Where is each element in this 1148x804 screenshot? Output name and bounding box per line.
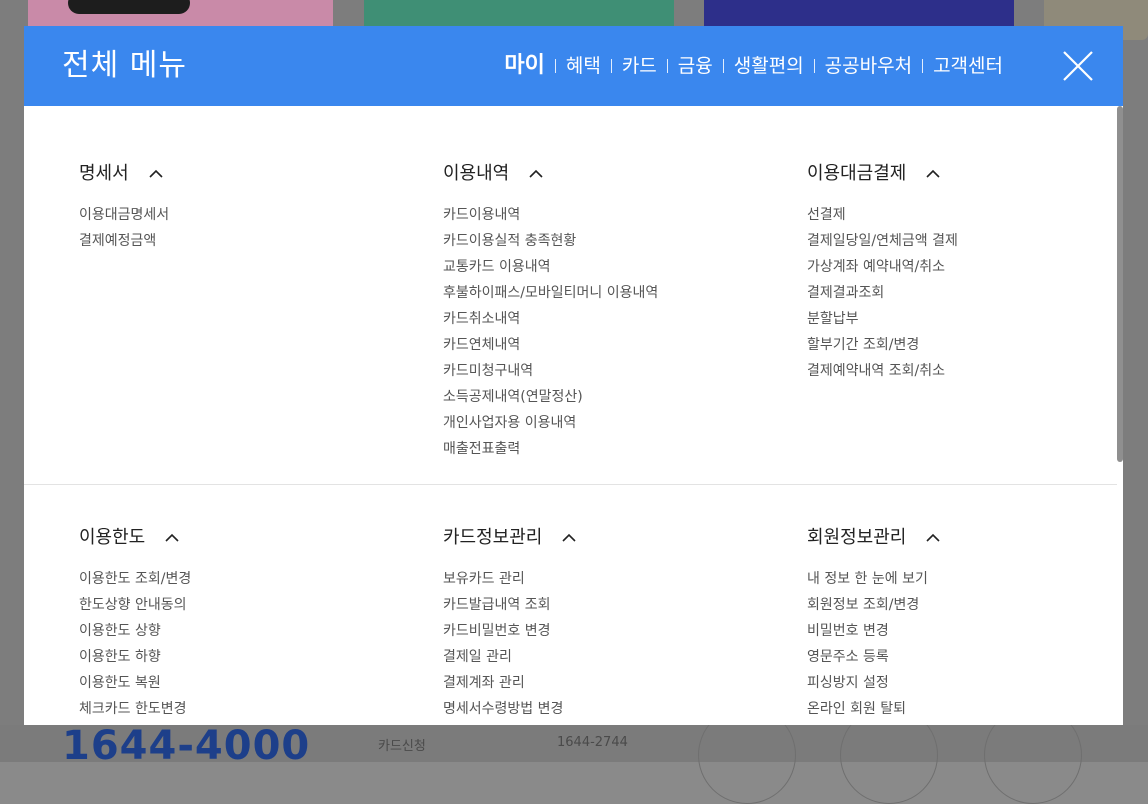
tab-customer-center[interactable]: 고객센터 bbox=[933, 52, 1003, 80]
tab-separator bbox=[722, 59, 724, 73]
section-divider bbox=[24, 484, 1117, 485]
menu-link[interactable]: 분할납부 bbox=[807, 306, 1123, 332]
section-header[interactable]: 회원정보관리 bbox=[807, 526, 1123, 550]
chevron-up-icon bbox=[562, 533, 576, 542]
full-menu-modal: 전체 메뉴 마이 혜택 카드 금융 생활편의 공공바우처 고객센터 명세서 이용… bbox=[24, 26, 1123, 725]
section-member-info: 회원정보관리 내 정보 한 눈에 보기 회원정보 조회/변경 비밀번호 변경 영… bbox=[807, 526, 1123, 722]
tab-separator bbox=[922, 59, 924, 73]
chevron-up-icon bbox=[165, 533, 179, 542]
tab-benefits[interactable]: 혜택 bbox=[566, 52, 601, 80]
section-statement: 명세서 이용대금명세서 결제예정금액 bbox=[79, 162, 409, 254]
chevron-up-icon bbox=[149, 169, 163, 178]
tab-my[interactable]: 마이 bbox=[504, 52, 544, 80]
tab-finance[interactable]: 금융 bbox=[678, 52, 713, 80]
section-items: 선결제 결제일당일/연체금액 결제 가상계좌 예약내역/취소 결제결과조회 분할… bbox=[807, 202, 1123, 384]
background-phone-number: 1644-4000 bbox=[62, 723, 311, 769]
menu-link[interactable]: 카드취소내역 bbox=[443, 306, 773, 332]
menu-link[interactable]: 영문주소 등록 bbox=[807, 644, 1123, 670]
menu-link[interactable]: 명세서수령방법 변경 bbox=[443, 696, 773, 722]
menu-link[interactable]: 비밀번호 변경 bbox=[807, 618, 1123, 644]
section-items: 이용대금명세서 결제예정금액 bbox=[79, 202, 409, 254]
menu-link[interactable]: 온라인 회원 탈퇴 bbox=[807, 696, 1123, 722]
menu-link[interactable]: 이용한도 하향 bbox=[79, 644, 409, 670]
tab-card[interactable]: 카드 bbox=[622, 52, 657, 80]
close-icon[interactable] bbox=[1062, 50, 1094, 82]
background-label: 카드신청 bbox=[378, 739, 426, 754]
section-items: 내 정보 한 눈에 보기 회원정보 조회/변경 비밀번호 변경 영문주소 등록 … bbox=[807, 566, 1123, 722]
menu-link[interactable]: 회원정보 조회/변경 bbox=[807, 592, 1123, 618]
tab-separator bbox=[610, 59, 612, 73]
menu-link[interactable]: 매출전표출력 bbox=[443, 436, 773, 462]
menu-header: 전체 메뉴 마이 혜택 카드 금융 생활편의 공공바우처 고객센터 bbox=[24, 26, 1123, 106]
section-header[interactable]: 이용한도 bbox=[79, 526, 409, 550]
menu-link[interactable]: 카드발급내역 조회 bbox=[443, 592, 773, 618]
menu-content: 명세서 이용대금명세서 결제예정금액 이용내역 카드이용내역 카드이용실적 충족… bbox=[24, 106, 1117, 725]
category-tabs: 마이 혜택 카드 금융 생활편의 공공바우처 고객센터 bbox=[504, 52, 1003, 80]
section-title: 카드정보관리 bbox=[443, 527, 543, 548]
menu-link[interactable]: 이용한도 상향 bbox=[79, 618, 409, 644]
menu-link[interactable]: 선결제 bbox=[807, 202, 1123, 228]
tab-public-voucher[interactable]: 공공바우처 bbox=[825, 52, 912, 80]
menu-link[interactable]: 이용한도 조회/변경 bbox=[79, 566, 409, 592]
section-title: 이용내역 bbox=[443, 163, 510, 184]
menu-link[interactable]: 후불하이패스/모바일티머니 이용내역 bbox=[443, 280, 773, 306]
menu-link[interactable]: 소득공제내역(연말정산) bbox=[443, 384, 773, 410]
menu-link[interactable]: 체크카드 한도변경 bbox=[79, 696, 409, 722]
menu-title: 전체 메뉴 bbox=[62, 48, 187, 83]
menu-link[interactable]: 결제계좌 관리 bbox=[443, 670, 773, 696]
scrollbar[interactable] bbox=[1117, 106, 1123, 725]
menu-link[interactable]: 내 정보 한 눈에 보기 bbox=[807, 566, 1123, 592]
section-title: 명세서 bbox=[79, 163, 129, 184]
section-title: 회원정보관리 bbox=[807, 527, 907, 548]
section-header[interactable]: 이용내역 bbox=[443, 162, 773, 186]
section-title: 이용한도 bbox=[79, 527, 146, 548]
chevron-up-icon bbox=[529, 169, 543, 178]
section-usage-limit: 이용한도 이용한도 조회/변경 한도상향 안내동의 이용한도 상향 이용한도 하… bbox=[79, 526, 409, 722]
menu-link[interactable]: 카드연체내역 bbox=[443, 332, 773, 358]
menu-link[interactable]: 카드비밀번호 변경 bbox=[443, 618, 773, 644]
menu-link[interactable]: 결제일 관리 bbox=[443, 644, 773, 670]
menu-link[interactable]: 할부기간 조회/변경 bbox=[807, 332, 1123, 358]
section-header[interactable]: 카드정보관리 bbox=[443, 526, 773, 550]
menu-link[interactable]: 가상계좌 예약내역/취소 bbox=[807, 254, 1123, 280]
menu-link[interactable]: 결제예정금액 bbox=[79, 228, 409, 254]
menu-link[interactable]: 카드미청구내역 bbox=[443, 358, 773, 384]
menu-link[interactable]: 결제결과조회 bbox=[807, 280, 1123, 306]
section-title: 이용대금결제 bbox=[807, 163, 907, 184]
section-header[interactable]: 명세서 bbox=[79, 162, 409, 186]
menu-link[interactable]: 카드이용내역 bbox=[443, 202, 773, 228]
section-usage-history: 이용내역 카드이용내역 카드이용실적 충족현황 교통카드 이용내역 후불하이패스… bbox=[443, 162, 773, 462]
chevron-up-icon bbox=[926, 533, 940, 542]
tab-separator bbox=[554, 59, 556, 73]
background-pill bbox=[68, 0, 190, 14]
section-header[interactable]: 이용대금결제 bbox=[807, 162, 1123, 186]
section-payment: 이용대금결제 선결제 결제일당일/연체금액 결제 가상계좌 예약내역/취소 결제… bbox=[807, 162, 1123, 384]
section-items: 이용한도 조회/변경 한도상향 안내동의 이용한도 상향 이용한도 하향 이용한… bbox=[79, 566, 409, 722]
tab-separator bbox=[666, 59, 668, 73]
menu-link[interactable]: 결제일당일/연체금액 결제 bbox=[807, 228, 1123, 254]
menu-link[interactable]: 결제예약내역 조회/취소 bbox=[807, 358, 1123, 384]
section-items: 보유카드 관리 카드발급내역 조회 카드비밀번호 변경 결제일 관리 결제계좌 … bbox=[443, 566, 773, 722]
tab-separator bbox=[813, 59, 815, 73]
menu-link[interactable]: 피싱방지 설정 bbox=[807, 670, 1123, 696]
section-items: 카드이용내역 카드이용실적 충족현황 교통카드 이용내역 후불하이패스/모바일티… bbox=[443, 202, 773, 462]
menu-link[interactable]: 이용대금명세서 bbox=[79, 202, 409, 228]
section-card-info: 카드정보관리 보유카드 관리 카드발급내역 조회 카드비밀번호 변경 결제일 관… bbox=[443, 526, 773, 722]
menu-link[interactable]: 보유카드 관리 bbox=[443, 566, 773, 592]
background-label: 1644-2744 bbox=[557, 735, 628, 750]
menu-link[interactable]: 이용한도 복원 bbox=[79, 670, 409, 696]
chevron-up-icon bbox=[926, 169, 940, 178]
menu-link[interactable]: 개인사업자용 이용내역 bbox=[443, 410, 773, 436]
menu-link[interactable]: 카드이용실적 충족현황 bbox=[443, 228, 773, 254]
menu-link[interactable]: 교통카드 이용내역 bbox=[443, 254, 773, 280]
menu-link[interactable]: 한도상향 안내동의 bbox=[79, 592, 409, 618]
scrollbar-thumb[interactable] bbox=[1117, 106, 1123, 462]
tab-life-convenience[interactable]: 생활편의 bbox=[734, 52, 804, 80]
